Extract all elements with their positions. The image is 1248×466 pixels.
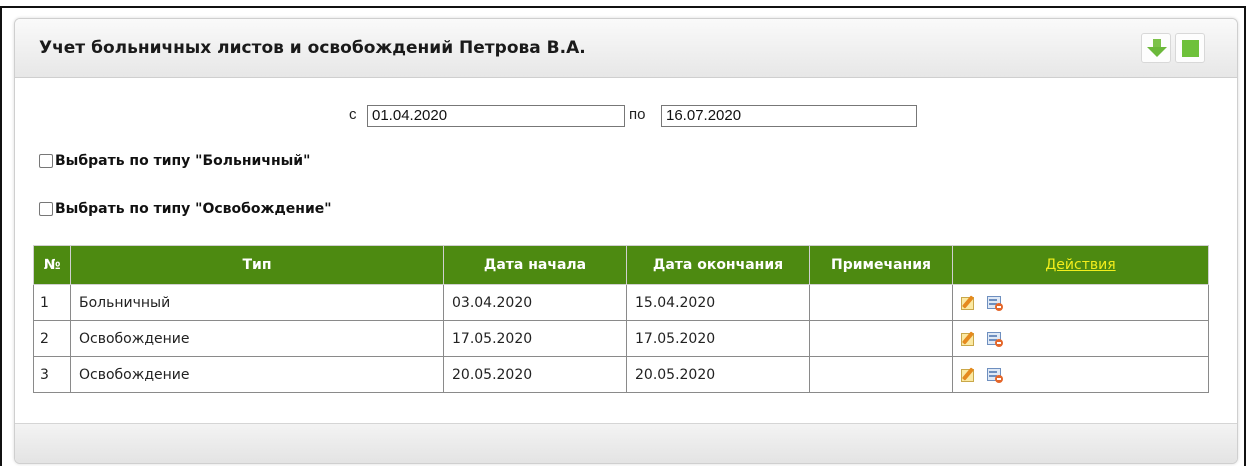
row-start-date: 17.05.2020	[443, 320, 627, 357]
sick-checkbox-label: Выбрать по типу "Больничный"	[55, 153, 311, 169]
row-number: 2	[33, 320, 71, 357]
row-actions	[952, 284, 1209, 321]
to-label: по	[629, 106, 646, 123]
filter-release-row[interactable]: Выбрать по типу "Освобождение"	[39, 201, 332, 217]
row-start-date: 20.05.2020	[443, 356, 627, 393]
green-square-icon	[1182, 40, 1199, 57]
table-header-row: № Тип Дата начала Дата окончания Примеча…	[33, 245, 1209, 285]
row-start-date: 03.04.2020	[443, 284, 627, 321]
table-row: 1 Больничный 03.04.2020 15.04.2020	[33, 284, 1209, 321]
col-start-date: Дата начала	[443, 245, 627, 285]
release-checkbox-label: Выбрать по типу "Освобождение"	[55, 201, 332, 217]
delete-icon[interactable]	[987, 367, 1004, 383]
edit-icon[interactable]	[961, 294, 977, 311]
row-number: 1	[33, 284, 71, 321]
row-type: Больничный	[70, 284, 444, 321]
date-to-input[interactable]: 16.07.2020	[661, 105, 917, 127]
table-row: 2 Освобождение 17.05.2020 17.05.2020	[33, 320, 1209, 357]
row-notes	[809, 320, 953, 357]
col-type: Тип	[70, 245, 444, 285]
row-end-date: 17.05.2020	[626, 320, 810, 357]
from-label: с	[349, 106, 357, 123]
panel-footer	[15, 423, 1237, 463]
table-row: 3 Освобождение 20.05.2020 20.05.2020	[33, 356, 1209, 393]
sick-leave-panel: Учет больничных листов и освобождений Пе…	[14, 18, 1238, 464]
col-number: №	[33, 245, 71, 285]
row-notes	[809, 356, 953, 393]
row-notes	[809, 284, 953, 321]
col-actions-link[interactable]: Действия	[952, 245, 1209, 285]
panel-header: Учет больничных листов и освобождений Пе…	[15, 19, 1237, 78]
col-notes: Примечания	[809, 245, 953, 285]
filter-sick-row[interactable]: Выбрать по типу "Больничный"	[39, 153, 310, 169]
row-type: Освобождение	[70, 356, 444, 393]
download-button[interactable]	[1141, 33, 1171, 63]
edit-icon[interactable]	[961, 366, 977, 383]
sick-checkbox[interactable]	[39, 154, 53, 168]
release-checkbox[interactable]	[39, 202, 53, 216]
row-actions	[952, 356, 1209, 393]
stop-button[interactable]	[1175, 33, 1205, 63]
edit-icon[interactable]	[961, 330, 977, 347]
row-number: 3	[33, 356, 71, 393]
sick-leave-table: № Тип Дата начала Дата окончания Примеча…	[33, 245, 1209, 393]
row-end-date: 20.05.2020	[626, 356, 810, 393]
row-end-date: 15.04.2020	[626, 284, 810, 321]
delete-icon[interactable]	[987, 295, 1004, 311]
date-from-input[interactable]: 01.04.2020	[367, 105, 625, 127]
delete-icon[interactable]	[987, 331, 1004, 347]
col-end-date: Дата окончания	[626, 245, 810, 285]
panel-title: Учет больничных листов и освобождений Пе…	[39, 38, 586, 58]
row-actions	[952, 320, 1209, 357]
row-type: Освобождение	[70, 320, 444, 357]
